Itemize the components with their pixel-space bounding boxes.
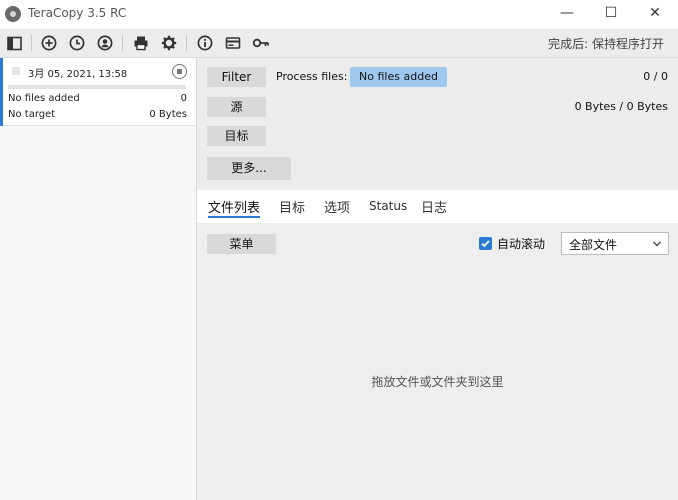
filter-button[interactable]: Filter	[207, 67, 266, 87]
card-icon[interactable]	[224, 34, 242, 52]
teracopy-logo-icon	[5, 6, 21, 22]
source-button[interactable]: 源	[207, 97, 266, 117]
process-files-label: Process files:	[276, 70, 348, 83]
job-item[interactable]: 3月 05, 2021, 13:58 No files added 0 No t…	[0, 58, 196, 126]
job-selected-indicator	[0, 58, 3, 126]
stop-icon[interactable]	[172, 64, 187, 79]
job-target-size: 0 Bytes	[149, 109, 187, 120]
toolbar-separator	[31, 35, 32, 51]
window-title: TeraCopy 3.5 RC	[28, 6, 127, 20]
checkmark-icon	[481, 240, 490, 248]
tab-target[interactable]: 目标	[279, 197, 305, 216]
bytes-summary: 0 Bytes / 0 Bytes	[574, 100, 668, 113]
file-filter-value: 全部文件	[569, 238, 618, 252]
job-timestamp: 3月 05, 2021, 13:58	[28, 69, 128, 80]
process-status-badge: No files added	[350, 67, 447, 87]
transfer-summary: Filter Process files: No files added 0 /…	[197, 58, 678, 188]
settings-icon[interactable]	[160, 34, 178, 52]
tab-status[interactable]: Status	[369, 199, 407, 213]
active-tab-indicator	[208, 216, 260, 218]
autoscroll-toggle[interactable]: 自动滚动	[479, 235, 545, 252]
autoscroll-checkbox[interactable]	[479, 237, 492, 250]
toolbar-separator	[122, 35, 123, 51]
history-icon[interactable]	[68, 34, 86, 52]
job-list-panel: 3月 05, 2021, 13:58 No files added 0 No t…	[0, 58, 197, 500]
add-icon[interactable]	[40, 34, 58, 52]
toolbar-separator	[186, 35, 187, 51]
file-list-area[interactable]: 菜单 自动滚动 全部文件 拖放文件或文件夹到这里	[197, 223, 678, 500]
file-count: 0 / 0	[643, 70, 668, 83]
toolbar: 完成后: 保持程序打开	[0, 29, 678, 58]
job-progress-bar	[8, 85, 186, 89]
tab-file-list[interactable]: 文件列表	[208, 197, 260, 216]
job-status-icon	[12, 67, 20, 75]
tab-log[interactable]: 日志	[421, 197, 447, 216]
close-button[interactable]: ✕	[632, 0, 678, 29]
drop-hint: 拖放文件或文件夹到这里	[371, 375, 504, 389]
title-bar: TeraCopy 3.5 RC — ☐ ✕	[0, 0, 678, 29]
autoscroll-label: 自动滚动	[497, 237, 546, 251]
file-filter-select[interactable]: 全部文件	[561, 232, 669, 255]
job-target-label: No target	[8, 109, 56, 120]
panel-toggle-icon[interactable]	[5, 34, 23, 52]
print-icon[interactable]	[132, 34, 150, 52]
chevron-down-icon	[653, 241, 661, 247]
completion-action-dropdown[interactable]: 完成后: 保持程序打开	[548, 35, 664, 52]
job-files-label: No files added	[8, 93, 80, 104]
tab-options[interactable]: 选项	[324, 197, 350, 216]
info-icon[interactable]	[196, 34, 214, 52]
minimize-button[interactable]: —	[544, 0, 590, 29]
menu-button[interactable]: 菜单	[207, 234, 276, 254]
main-panel: Filter Process files: No files added 0 /…	[197, 58, 678, 500]
target-button[interactable]: 目标	[207, 126, 266, 146]
maximize-button[interactable]: ☐	[588, 0, 634, 29]
job-files-count: 0	[180, 93, 187, 104]
profile-icon[interactable]	[96, 34, 114, 52]
tab-bar: 文件列表 目标 选项 Status 日志	[197, 190, 678, 223]
key-icon[interactable]	[252, 34, 270, 52]
more-button[interactable]: 更多...	[207, 157, 291, 180]
